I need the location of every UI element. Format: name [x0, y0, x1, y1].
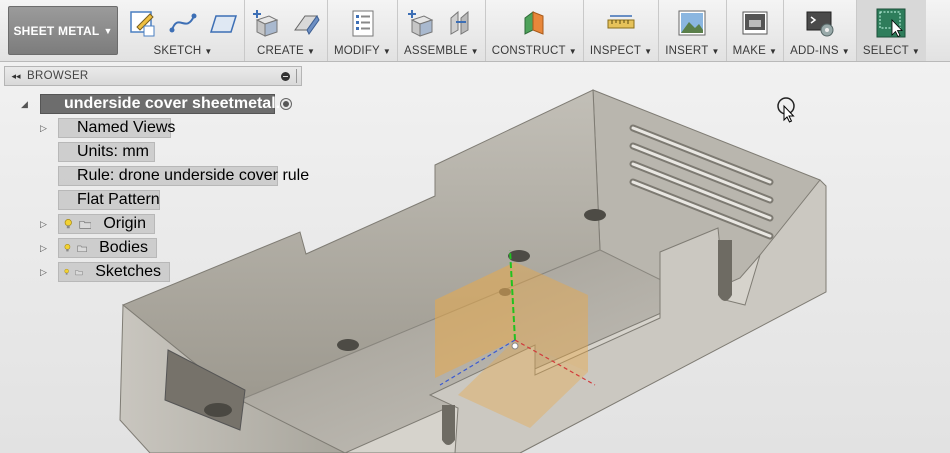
- ribbon-toolbar: SHEET METAL ▼ SKETCH ▼ CREATE ▼ MODIFY ▼…: [0, 0, 950, 62]
- new-component-icon[interactable]: [251, 8, 281, 38]
- origin-label: Origin: [103, 215, 146, 232]
- tree-root-document[interactable]: underside cover sheetmetal...: [40, 94, 289, 114]
- make-menu[interactable]: MAKE ▼: [733, 43, 778, 59]
- expand-triangle-icon[interactable]: ▷: [40, 243, 47, 254]
- modify-menu[interactable]: MODIFY ▼: [334, 43, 391, 59]
- spline-icon[interactable]: [168, 8, 198, 38]
- tree-item-flat-pattern[interactable]: Flat Pattern: [58, 190, 160, 210]
- construct-group: CONSTRUCT ▼: [486, 0, 584, 61]
- assemble-group: ASSEMBLE ▼: [398, 0, 486, 61]
- lightbulb-icon[interactable]: [64, 265, 69, 279]
- make-label: MAKE: [732, 45, 766, 57]
- inspect-group: INSPECT ▼: [584, 0, 660, 61]
- insert-label: INSERT: [665, 45, 709, 57]
- chevron-down-icon: ▼: [382, 46, 392, 56]
- insert-menu[interactable]: INSERT ▼: [665, 43, 719, 59]
- chevron-down-icon: ▼: [768, 46, 778, 56]
- browser-header: ◂◂ BROWSER: [4, 66, 302, 86]
- select-icon[interactable]: [876, 8, 906, 38]
- joint-icon[interactable]: [446, 8, 476, 38]
- sketches-label: Sketches: [95, 263, 161, 280]
- assemble-label: ASSEMBLE: [404, 45, 468, 57]
- rule-label: Rule: drone underside cover rule: [77, 167, 310, 184]
- expand-triangle-icon[interactable]: ▷: [40, 123, 47, 134]
- select-label: SELECT: [862, 45, 909, 57]
- make-group: MAKE ▼: [727, 0, 785, 61]
- chevron-down-icon: ▼: [568, 46, 577, 56]
- pin-icon[interactable]: [281, 71, 290, 81]
- bodies-label: Bodies: [99, 239, 148, 256]
- workspace-switcher[interactable]: SHEET METAL ▼: [8, 6, 118, 55]
- folder-icon: [75, 269, 83, 275]
- chevron-down-icon: ▼: [911, 46, 920, 56]
- insert-group: INSERT ▼: [659, 0, 727, 61]
- tree-item-bodies[interactable]: Bodies: [58, 238, 157, 258]
- chevron-down-icon: ▼: [644, 46, 653, 56]
- construct-label: CONSTRUCT: [491, 45, 566, 57]
- expand-triangle-icon[interactable]: ▷: [40, 267, 47, 278]
- tree-item-origin[interactable]: Origin: [58, 214, 155, 234]
- inspect-menu[interactable]: INSPECT ▼: [590, 43, 652, 59]
- resize-handle[interactable]: [296, 69, 299, 83]
- construct-menu[interactable]: CONSTRUCT ▼: [492, 43, 577, 59]
- chevron-down-icon: ▼: [711, 46, 720, 56]
- tree-item-rule[interactable]: Rule: drone underside cover rule: [58, 166, 309, 186]
- chevron-down-icon: ▼: [306, 46, 316, 56]
- collapse-triangle-icon[interactable]: ◢: [21, 99, 28, 110]
- tree-item-sketches[interactable]: Sketches: [58, 262, 170, 282]
- folder-icon: [78, 220, 91, 229]
- lightbulb-icon[interactable]: [64, 241, 71, 255]
- create-label: CREATE: [256, 45, 304, 57]
- construct-plane-icon[interactable]: [519, 8, 549, 38]
- units-label: Units: mm: [77, 143, 149, 160]
- folder-icon: [77, 245, 87, 252]
- assemble-menu[interactable]: ASSEMBLE ▼: [404, 43, 479, 59]
- addins-group: ADD-INS ▼: [784, 0, 857, 61]
- flat-pattern-label: Flat Pattern: [77, 191, 160, 208]
- select-menu[interactable]: SELECT ▼: [863, 43, 920, 59]
- create-group: CREATE ▼: [245, 0, 328, 61]
- create-menu[interactable]: CREATE ▼: [257, 43, 315, 59]
- scripts-addins-icon[interactable]: [805, 8, 835, 38]
- inspect-label: INSPECT: [589, 45, 642, 57]
- activate-radio[interactable]: [280, 98, 292, 110]
- chevron-down-icon: ▼: [470, 46, 479, 56]
- modify-label: MODIFY: [334, 45, 380, 57]
- new-component-icon[interactable]: [406, 8, 436, 38]
- addins-label: ADD-INS: [790, 45, 839, 57]
- create-sketch-icon[interactable]: [128, 8, 158, 38]
- root-label: underside cover sheetmetal...: [64, 95, 289, 112]
- chevron-down-icon: ▼: [204, 46, 213, 56]
- modify-list-icon[interactable]: [348, 8, 378, 38]
- modify-group: MODIFY ▼: [328, 0, 399, 61]
- chevron-down-icon: ▼: [103, 25, 113, 36]
- expand-triangle-icon[interactable]: ▷: [40, 219, 47, 230]
- collapse-panel-icon[interactable]: ◂◂: [5, 71, 27, 82]
- sketch-label: SKETCH: [153, 45, 202, 57]
- sketch-group: SKETCH ▼: [122, 0, 245, 61]
- browser-title: BROWSER: [27, 70, 89, 82]
- 3d-print-icon[interactable]: [740, 8, 770, 38]
- flange-sketch-icon[interactable]: [208, 8, 238, 38]
- select-group: SELECT ▼: [856, 0, 926, 61]
- addins-menu[interactable]: ADD-INS ▼: [790, 43, 850, 59]
- lightbulb-icon[interactable]: [64, 217, 73, 231]
- measure-icon[interactable]: [606, 8, 636, 38]
- tree-item-named-views[interactable]: Named Views: [58, 118, 175, 138]
- sketch-menu[interactable]: SKETCH ▼: [154, 43, 213, 59]
- tree-item-units[interactable]: Units: mm: [58, 142, 155, 162]
- chevron-down-icon: ▼: [841, 46, 850, 56]
- named-views-label: Named Views: [77, 119, 176, 136]
- flange-icon[interactable]: [291, 8, 321, 38]
- mouse-cursor-icon: [777, 97, 795, 123]
- workspace-label: SHEET METAL: [13, 23, 100, 38]
- insert-image-icon[interactable]: [677, 8, 707, 38]
